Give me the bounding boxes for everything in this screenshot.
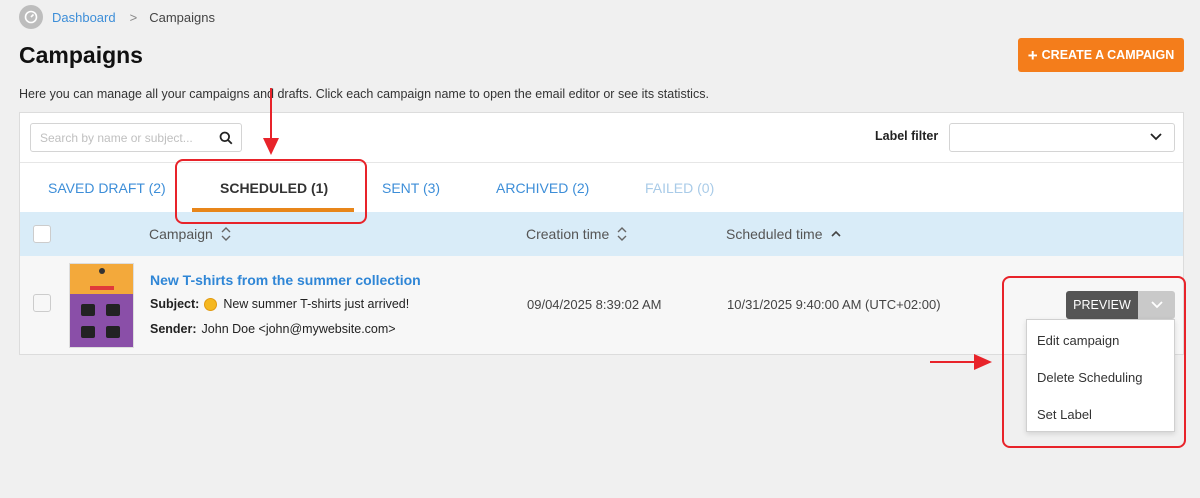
annotation-highlight-tab <box>175 159 367 224</box>
sort-icon <box>617 226 627 242</box>
search-input[interactable] <box>31 124 211 151</box>
subject-label: Subject: <box>150 297 200 311</box>
campaign-thumbnail[interactable] <box>69 263 134 348</box>
column-scheduled-time-label: Scheduled time <box>726 226 823 242</box>
breadcrumb: Dashboard > Campaigns <box>19 5 215 29</box>
tab-saved-draft[interactable]: SAVED DRAFT (2) <box>48 163 166 213</box>
column-scheduled-time[interactable]: Scheduled time <box>726 212 841 256</box>
page-title: Campaigns <box>19 42 143 68</box>
campaign-name-link[interactable]: New T-shirts from the summer collection <box>150 272 421 288</box>
breadcrumb-separator: > <box>129 9 138 25</box>
breadcrumb-current: Campaigns <box>149 9 215 25</box>
row-checkbox[interactable] <box>33 294 51 312</box>
plus-icon: + <box>1027 45 1038 65</box>
search-icon[interactable] <box>219 131 233 145</box>
chevron-down-icon <box>1150 133 1162 141</box>
breadcrumb-dashboard-link[interactable]: Dashboard <box>52 10 116 25</box>
create-campaign-label: CREATE A CAMPAIGN <box>1041 48 1175 62</box>
speedometer-icon[interactable] <box>19 5 43 29</box>
column-creation-time[interactable]: Creation time <box>526 212 627 256</box>
sort-icon <box>221 226 231 242</box>
search-box <box>30 123 242 152</box>
campaign-subject: Subject: New summer T-shirts just arrive… <box>150 297 409 311</box>
page-description: Here you can manage all your campaigns a… <box>19 87 709 101</box>
select-all-checkbox[interactable] <box>33 225 51 243</box>
column-campaign-label: Campaign <box>149 226 213 242</box>
tab-archived[interactable]: ARCHIVED (2) <box>496 163 589 213</box>
column-creation-time-label: Creation time <box>526 226 610 242</box>
annotation-arrow-right <box>930 354 992 370</box>
annotation-arrow-down <box>263 88 279 155</box>
sender-text: John Doe <john@mywebsite.com> <box>201 322 396 336</box>
sender-label: Sender: <box>150 322 197 336</box>
subject-text: New summer T-shirts just arrived! <box>223 297 410 311</box>
tab-sent[interactable]: SENT (3) <box>382 163 440 213</box>
sun-emoji-icon <box>204 297 218 311</box>
creation-time-cell: 09/04/2025 8:39:02 AM <box>527 297 662 312</box>
label-filter-label: Label filter <box>875 129 939 143</box>
create-campaign-button[interactable]: + CREATE A CAMPAIGN <box>1018 38 1184 72</box>
scheduled-time-cell: 10/31/2025 9:40:00 AM (UTC+02:00) <box>727 297 941 312</box>
annotation-highlight-menu <box>1002 276 1186 448</box>
label-filter-select[interactable] <box>949 123 1175 152</box>
campaign-sender: Sender: John Doe <john@mywebsite.com> <box>150 322 396 336</box>
sort-ascending-icon <box>830 230 841 238</box>
tab-failed[interactable]: FAILED (0) <box>645 163 714 213</box>
